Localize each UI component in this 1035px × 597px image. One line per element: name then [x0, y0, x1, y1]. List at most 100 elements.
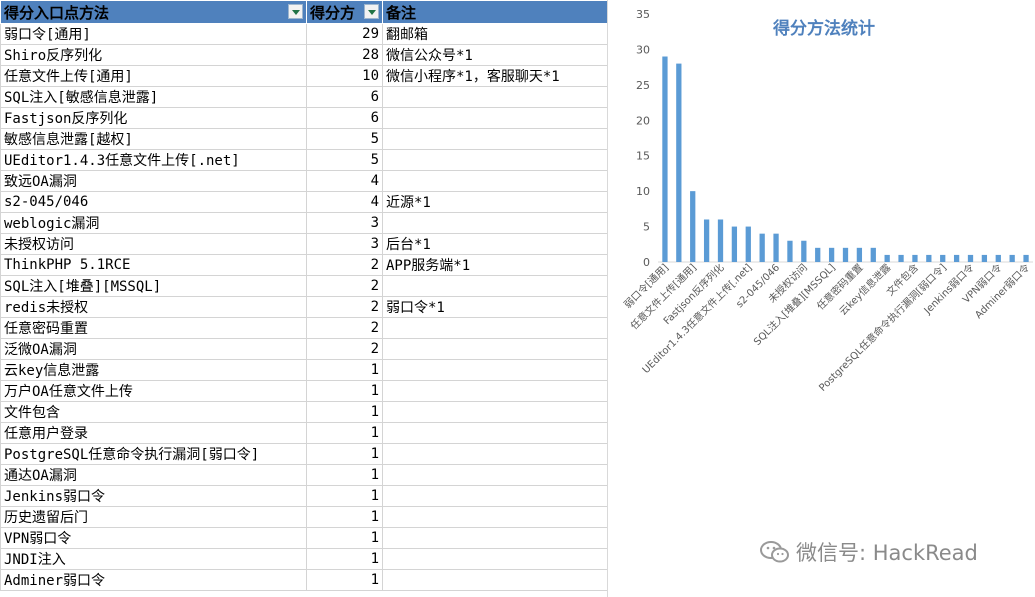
- column-header-notes[interactable]: 备注: [382, 0, 607, 24]
- score-cell[interactable]: 1: [306, 464, 383, 486]
- score-cell[interactable]: 2: [306, 338, 383, 360]
- bar[interactable]: [731, 226, 738, 262]
- notes-cell[interactable]: [382, 485, 607, 507]
- method-cell[interactable]: UEditor1.4.3任意文件上传[.net]: [0, 149, 307, 171]
- notes-cell[interactable]: [382, 527, 607, 549]
- score-cell[interactable]: 28: [306, 44, 383, 66]
- method-cell[interactable]: 致远OA漏洞: [0, 170, 307, 192]
- bar[interactable]: [787, 240, 793, 262]
- notes-cell[interactable]: [382, 338, 607, 360]
- score-cell[interactable]: 2: [306, 317, 383, 339]
- notes-cell[interactable]: [382, 107, 607, 129]
- bar[interactable]: [912, 254, 918, 262]
- notes-cell[interactable]: [382, 170, 607, 192]
- bar[interactable]: [815, 247, 821, 262]
- score-cell[interactable]: 29: [306, 23, 383, 45]
- score-cell[interactable]: 1: [306, 380, 383, 402]
- bar[interactable]: [870, 247, 876, 262]
- column-header-score[interactable]: 得分方: [306, 0, 383, 24]
- method-cell[interactable]: 万户OA任意文件上传: [0, 380, 307, 402]
- method-cell[interactable]: 泛微OA漏洞: [0, 338, 307, 360]
- method-cell[interactable]: weblogic漏洞: [0, 212, 307, 234]
- method-cell[interactable]: 任意用户登录: [0, 422, 307, 444]
- method-cell[interactable]: 弱口令[通用]: [0, 23, 307, 45]
- score-cell[interactable]: 5: [306, 149, 383, 171]
- bar[interactable]: [828, 247, 835, 262]
- bar[interactable]: [690, 191, 696, 262]
- score-cell[interactable]: 1: [306, 506, 383, 528]
- method-cell[interactable]: Jenkins弱口令: [0, 485, 307, 507]
- notes-cell[interactable]: [382, 443, 607, 465]
- score-cell[interactable]: 1: [306, 527, 383, 549]
- score-cell[interactable]: 2: [306, 275, 383, 297]
- notes-cell[interactable]: 后台*1: [382, 233, 607, 255]
- bar[interactable]: [940, 254, 946, 262]
- score-cell[interactable]: 6: [306, 86, 383, 108]
- method-cell[interactable]: 云key信息泄露: [0, 359, 307, 381]
- bar[interactable]: [773, 233, 779, 262]
- notes-cell[interactable]: [382, 422, 607, 444]
- bar[interactable]: [842, 247, 849, 262]
- bar[interactable]: [1023, 254, 1029, 262]
- notes-cell[interactable]: 微信公众号*1: [382, 44, 607, 66]
- notes-cell[interactable]: 近源*1: [382, 191, 607, 213]
- bar[interactable]: [745, 226, 751, 262]
- score-cell[interactable]: 4: [306, 191, 383, 213]
- notes-cell[interactable]: [382, 86, 607, 108]
- filter-dropdown-icon[interactable]: [288, 4, 303, 19]
- method-cell[interactable]: VPN弱口令: [0, 527, 307, 549]
- bar[interactable]: [759, 233, 765, 262]
- notes-cell[interactable]: [382, 401, 607, 423]
- method-cell[interactable]: Adminer弱口令: [0, 569, 307, 591]
- bar[interactable]: [703, 219, 710, 262]
- chart-panel[interactable]: 得分方法统计 0 5 10 15 20 25 30 35 弱口令[通用] 任意文件上传[通用] F…: [607, 0, 1035, 597]
- notes-cell[interactable]: [382, 359, 607, 381]
- bar[interactable]: [717, 219, 724, 262]
- score-cell[interactable]: 2: [306, 254, 383, 276]
- bar[interactable]: [884, 254, 890, 262]
- score-cell[interactable]: 5: [306, 128, 383, 150]
- method-cell[interactable]: 敏感信息泄露[越权]: [0, 128, 307, 150]
- notes-cell[interactable]: [382, 464, 607, 486]
- method-cell[interactable]: 通达OA漏洞: [0, 464, 307, 486]
- method-cell[interactable]: Shiro反序列化: [0, 44, 307, 66]
- method-cell[interactable]: 文件包含: [0, 401, 307, 423]
- method-cell[interactable]: SQL注入[堆叠][MSSQL]: [0, 275, 307, 297]
- method-cell[interactable]: Fastjson反序列化: [0, 107, 307, 129]
- method-cell[interactable]: SQL注入[敏感信息泄露]: [0, 86, 307, 108]
- bar[interactable]: [953, 254, 960, 262]
- notes-cell[interactable]: 微信小程序*1，客服聊天*1: [382, 65, 607, 87]
- bar[interactable]: [662, 56, 668, 263]
- notes-cell[interactable]: [382, 128, 607, 150]
- method-cell[interactable]: JNDI注入: [0, 548, 307, 570]
- score-cell[interactable]: 1: [306, 548, 383, 570]
- score-cell[interactable]: 1: [306, 443, 383, 465]
- score-cell[interactable]: 6: [306, 107, 383, 129]
- notes-cell[interactable]: APP服务端*1: [382, 254, 607, 276]
- method-cell[interactable]: PostgreSQL任意命令执行漏洞[弱口令]: [0, 443, 307, 465]
- method-cell[interactable]: redis未授权: [0, 296, 307, 318]
- method-cell[interactable]: 任意文件上传[通用]: [0, 65, 307, 87]
- method-cell[interactable]: s2-045/046: [0, 191, 307, 213]
- notes-cell[interactable]: 弱口令*1: [382, 296, 607, 318]
- filter-dropdown-icon[interactable]: [364, 4, 379, 19]
- score-cell[interactable]: 1: [306, 422, 383, 444]
- bar[interactable]: [1009, 254, 1015, 262]
- notes-cell[interactable]: [382, 569, 607, 591]
- score-cell[interactable]: 10: [306, 65, 383, 87]
- score-cell[interactable]: 2: [306, 296, 383, 318]
- score-cell[interactable]: 3: [306, 212, 383, 234]
- score-cell[interactable]: 1: [306, 569, 383, 591]
- bar[interactable]: [676, 63, 682, 262]
- bar[interactable]: [995, 254, 1001, 262]
- notes-cell[interactable]: [382, 380, 607, 402]
- notes-cell[interactable]: [382, 212, 607, 234]
- notes-cell[interactable]: [382, 317, 607, 339]
- score-cell[interactable]: 3: [306, 233, 383, 255]
- method-cell[interactable]: ThinkPHP 5.1RCE: [0, 254, 307, 276]
- column-header-method[interactable]: 得分入口点方法: [0, 0, 307, 24]
- notes-cell[interactable]: [382, 548, 607, 570]
- bar[interactable]: [801, 240, 807, 262]
- score-cell[interactable]: 1: [306, 359, 383, 381]
- score-cell[interactable]: 1: [306, 401, 383, 423]
